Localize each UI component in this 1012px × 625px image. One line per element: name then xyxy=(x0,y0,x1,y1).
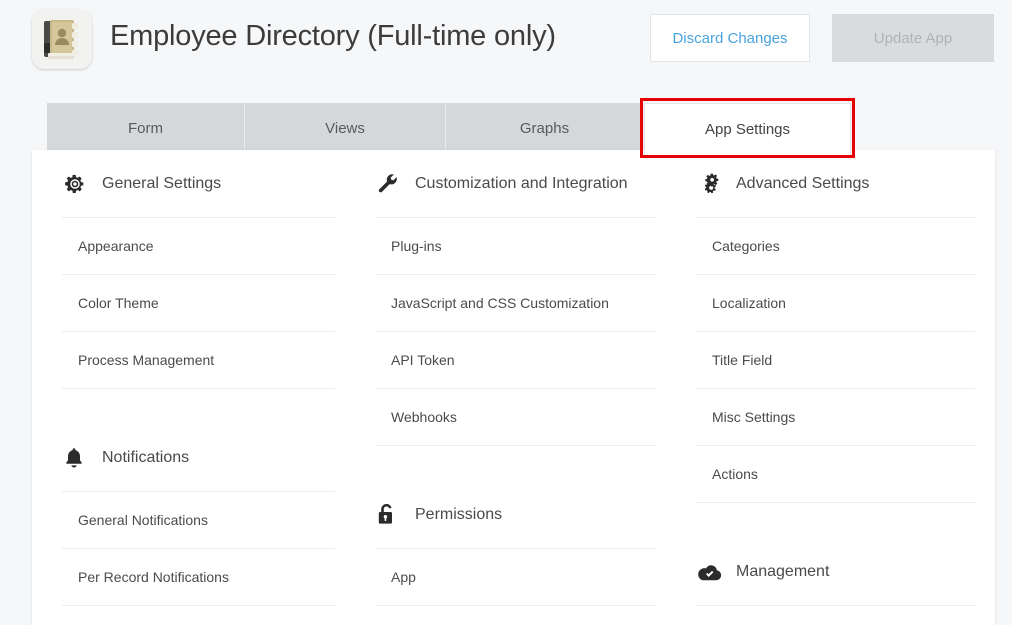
setting-item-title-field[interactable]: Title Field xyxy=(696,332,975,389)
tab-label: Form xyxy=(128,119,163,137)
setting-item-general-notifications[interactable]: General Notifications xyxy=(62,492,335,549)
setting-item-color-theme[interactable]: Color Theme xyxy=(62,275,335,332)
tab-app-settings[interactable]: App Settings xyxy=(644,103,851,155)
page-header: Employee Directory (Full-time only) Disc… xyxy=(0,0,1012,78)
section-title: Notifications xyxy=(102,448,190,466)
setting-item-misc-settings[interactable]: Misc Settings xyxy=(696,389,975,446)
setting-item-webhooks[interactable]: Webhooks xyxy=(375,389,656,446)
section-title: Advanced Settings xyxy=(736,174,870,192)
cloud-check-icon xyxy=(698,559,728,585)
settings-column-advanced: Advanced Settings Categories Localizatio… xyxy=(674,150,995,606)
bell-icon xyxy=(64,445,94,471)
section-title: General Settings xyxy=(102,174,222,192)
app-settings-page: Employee Directory (Full-time only) Disc… xyxy=(0,0,1012,625)
tab-label: Graphs xyxy=(519,119,570,137)
section-header-management: Management xyxy=(696,538,975,606)
wrench-icon xyxy=(377,171,407,197)
setting-item-app[interactable]: App xyxy=(375,549,656,606)
setting-item-localization[interactable]: Localization xyxy=(696,275,975,332)
section-header-customization-and-integration: Customization and Integration xyxy=(375,150,656,218)
discard-changes-button[interactable]: Discard Changes xyxy=(650,14,810,62)
section-header-notifications: Notifications xyxy=(62,424,335,492)
settings-column-customization: Customization and Integration Plug-ins J… xyxy=(353,150,674,606)
settings-column-general: General Settings Appearance Color Theme … xyxy=(32,150,353,606)
address-book-icon xyxy=(32,9,92,69)
tab-views[interactable]: Views xyxy=(245,103,446,153)
gear-icon xyxy=(64,171,94,197)
setting-item-plug-ins[interactable]: Plug-ins xyxy=(375,218,656,275)
tab-label: App Settings xyxy=(704,121,791,138)
section-title: Customization and Integration xyxy=(415,174,628,192)
setting-item-per-record-notifications[interactable]: Per Record Notifications xyxy=(62,549,335,606)
setting-item-process-management[interactable]: Process Management xyxy=(62,332,335,389)
section-header-advanced-settings: Advanced Settings xyxy=(696,150,975,218)
double-gear-icon xyxy=(698,171,728,197)
section-header-general-settings: General Settings xyxy=(62,150,335,218)
tab-bar: Form Views Graphs App Settings xyxy=(0,103,1012,155)
setting-item-actions[interactable]: Actions xyxy=(696,446,975,503)
update-app-button[interactable]: Update App xyxy=(832,14,994,62)
settings-card: General Settings Appearance Color Theme … xyxy=(32,150,995,625)
header-actions: Discard Changes Update App xyxy=(650,14,994,62)
setting-item-api-token[interactable]: API Token xyxy=(375,332,656,389)
setting-item-appearance[interactable]: Appearance xyxy=(62,218,335,275)
tab-form[interactable]: Form xyxy=(47,103,245,153)
section-title: Permissions xyxy=(415,505,503,523)
setting-item-categories[interactable]: Categories xyxy=(696,218,975,275)
tab-label: Views xyxy=(325,119,365,137)
setting-item-javascript-and-css-customization[interactable]: JavaScript and CSS Customization xyxy=(375,275,656,332)
section-header-permissions: Permissions xyxy=(375,481,656,549)
tab-graphs[interactable]: Graphs xyxy=(446,103,644,153)
section-title: Management xyxy=(736,562,830,580)
settings-columns: General Settings Appearance Color Theme … xyxy=(32,150,995,606)
page-title: Employee Directory (Full-time only) xyxy=(110,20,556,52)
lock-icon xyxy=(377,502,407,528)
